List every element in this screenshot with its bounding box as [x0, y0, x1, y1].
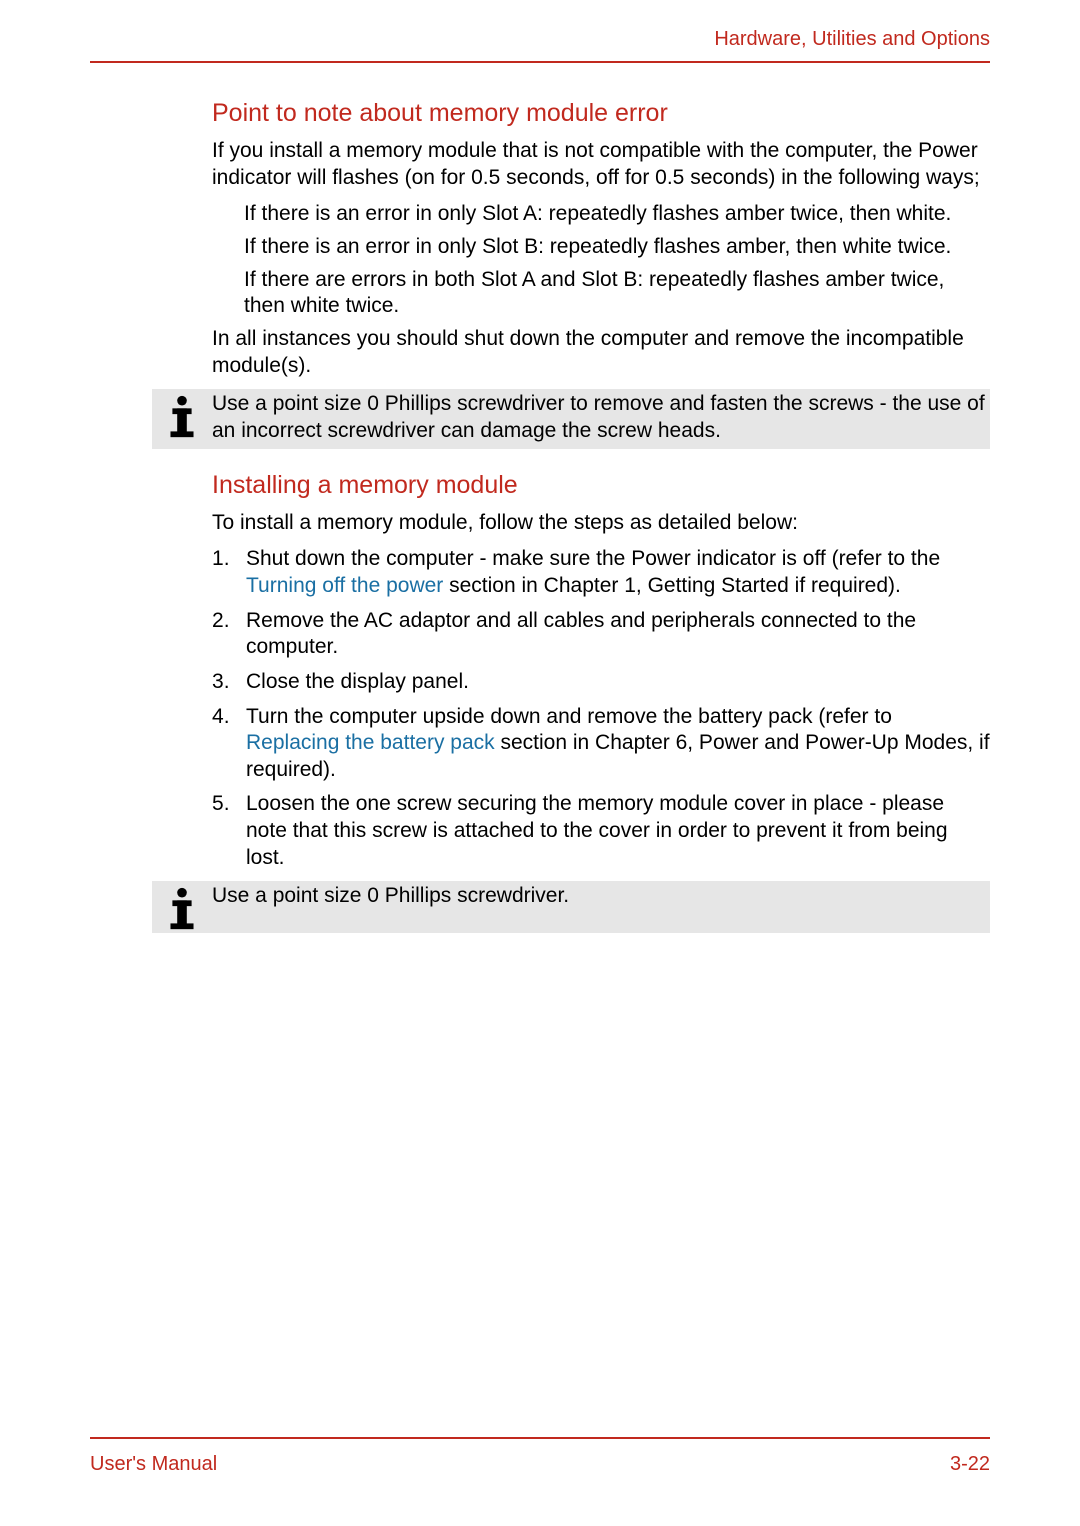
- memory-error-outro: In all instances you should shut down th…: [212, 326, 990, 379]
- memory-error-intro: If you install a memory module that is n…: [212, 138, 990, 191]
- list-item: Remove the AC adaptor and all cables and…: [212, 608, 990, 661]
- info-text: Use a point size 0 Phillips screwdriver.: [212, 881, 990, 914]
- footer-left: User's Manual: [90, 1453, 217, 1476]
- footer-rule: [90, 1437, 990, 1439]
- info-text: Use a point size 0 Phillips screwdriver …: [212, 389, 990, 448]
- link-turning-off-power[interactable]: Turning off the power: [246, 574, 443, 597]
- list-item: If there is an error in only Slot A: rep…: [244, 201, 990, 228]
- page-header: Hardware, Utilities and Options: [90, 28, 990, 63]
- info-callout-screwdriver: Use a point size 0 Phillips screwdriver …: [152, 389, 990, 448]
- page-footer: User's Manual 3-22: [90, 1437, 990, 1476]
- section-title-memory-error: Point to note about memory module error: [212, 99, 990, 128]
- step-text: Turn the computer upside down and remove…: [246, 705, 892, 728]
- list-item: If there are errors in both Slot A and S…: [244, 267, 990, 320]
- install-steps-list: Shut down the computer - make sure the P…: [212, 546, 990, 871]
- section-title-install-memory: Installing a memory module: [212, 471, 990, 500]
- info-icon: [152, 389, 212, 441]
- header-breadcrumb: Hardware, Utilities and Options: [90, 28, 990, 51]
- footer-page-number: 3-22: [950, 1453, 990, 1476]
- link-replacing-battery[interactable]: Replacing the battery pack: [246, 731, 495, 754]
- list-item: Loosen the one screw securing the memory…: [212, 791, 990, 871]
- step-text: section in Chapter 1, Getting Started if…: [443, 574, 901, 597]
- install-intro: To install a memory module, follow the s…: [212, 510, 990, 537]
- list-item: Close the display panel.: [212, 669, 990, 696]
- step-text: Shut down the computer - make sure the P…: [246, 547, 940, 570]
- info-callout-screwdriver-short: Use a point size 0 Phillips screwdriver.: [152, 881, 990, 933]
- list-item: Shut down the computer - make sure the P…: [212, 546, 990, 599]
- memory-error-list: If there is an error in only Slot A: rep…: [212, 201, 990, 320]
- list-item: Turn the computer upside down and remove…: [212, 704, 990, 784]
- list-item: If there is an error in only Slot B: rep…: [244, 234, 990, 261]
- page-content: Point to note about memory module error …: [212, 99, 990, 933]
- page: Hardware, Utilities and Options Point to…: [0, 0, 1080, 1526]
- info-icon: [152, 881, 212, 933]
